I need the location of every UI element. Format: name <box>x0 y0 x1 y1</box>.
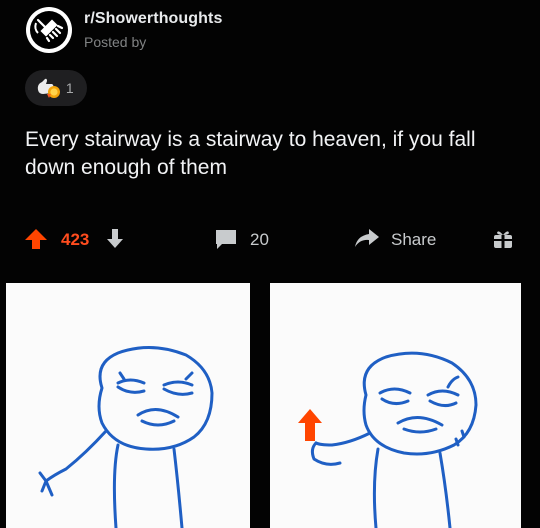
post-title[interactable]: Every stairway is a stairway to heaven, … <box>25 126 520 182</box>
subreddit-name[interactable]: r/Showerthoughts <box>84 10 222 28</box>
vote-count: 423 <box>61 230 90 249</box>
post-action-bar: 423 20 Share <box>0 222 540 256</box>
award-badge[interactable]: 1 <box>25 70 87 106</box>
share-label[interactable]: Share <box>391 230 436 250</box>
meme-left-panel <box>6 283 250 528</box>
sketch-figure-left <box>38 345 214 528</box>
post-header: r/Showerthoughts Posted by <box>0 0 540 60</box>
shower-head-icon <box>26 7 72 53</box>
downvote-arrow-icon[interactable] <box>106 228 124 250</box>
red-upvote-arrow-in-meme <box>298 409 322 441</box>
meme-right-panel <box>270 283 521 528</box>
award-icon <box>37 78 60 98</box>
subreddit-avatar[interactable] <box>26 7 72 53</box>
sketch-figure-right <box>298 351 478 528</box>
award-count: 1 <box>65 80 74 96</box>
comment-bubble-icon[interactable] <box>214 228 238 250</box>
gift-icon[interactable] <box>492 228 514 250</box>
share-arrow-icon[interactable] <box>354 227 380 249</box>
comment-count[interactable]: 20 <box>250 230 269 250</box>
upvote-arrow-icon[interactable] <box>24 228 48 250</box>
posted-by-label: Posted by <box>84 34 147 50</box>
